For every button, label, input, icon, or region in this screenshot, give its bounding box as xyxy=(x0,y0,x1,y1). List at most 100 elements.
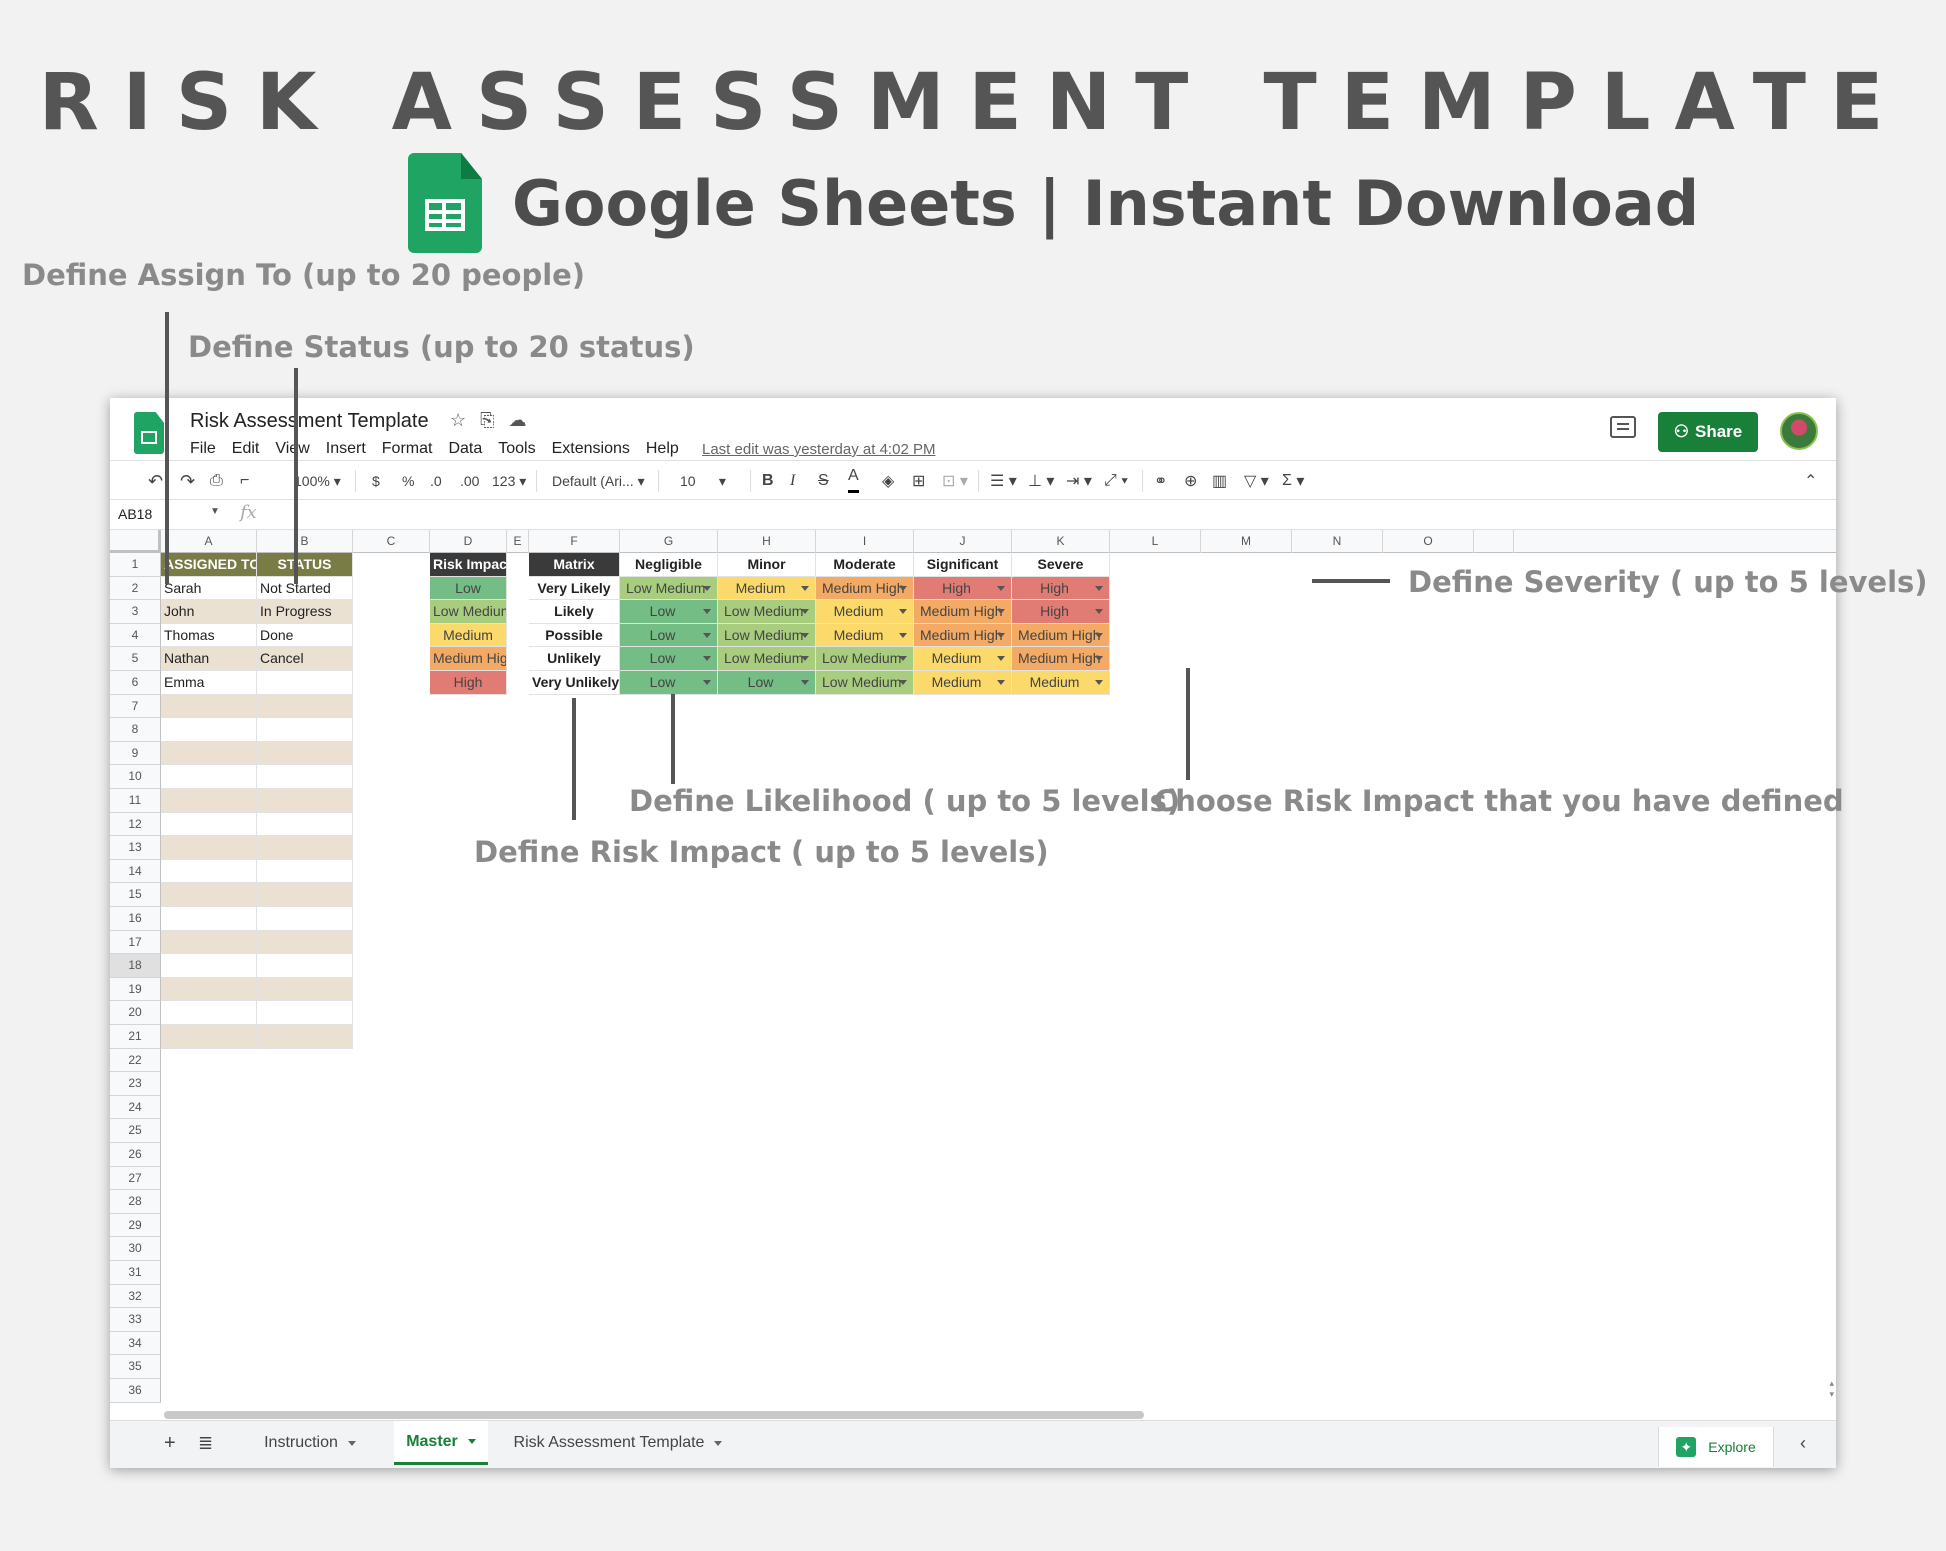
status-cell[interactable] xyxy=(257,836,353,860)
avatar[interactable] xyxy=(1780,412,1818,450)
dropdown-arrow-icon[interactable] xyxy=(1095,632,1103,638)
risk-impact-level[interactable]: Low xyxy=(430,576,507,601)
dropdown-arrow-icon[interactable] xyxy=(703,632,711,638)
assign-name-cell[interactable] xyxy=(161,694,257,719)
dropdown-arrow-icon[interactable] xyxy=(703,585,711,591)
likelihood-label[interactable]: Possible xyxy=(529,623,620,648)
bold-button[interactable]: B xyxy=(762,461,774,501)
dropdown-arrow-icon[interactable] xyxy=(899,632,907,638)
dropdown-arrow-icon[interactable] xyxy=(1095,656,1103,662)
row-header[interactable]: 3 xyxy=(110,600,161,624)
matrix-cell[interactable]: Low xyxy=(718,671,816,695)
column-header-h[interactable]: H xyxy=(718,530,816,553)
menu-edit[interactable]: Edit xyxy=(232,440,260,458)
likelihood-label[interactable]: Unlikely xyxy=(529,647,620,671)
strikethrough-button[interactable]: S xyxy=(818,461,829,501)
column-header-i[interactable]: I xyxy=(816,530,914,553)
matrix-cell[interactable]: Medium xyxy=(816,623,914,648)
row-header[interactable]: 29 xyxy=(110,1213,161,1238)
dropdown-arrow-icon[interactable] xyxy=(1095,585,1103,591)
row-header[interactable]: 2 xyxy=(110,576,161,601)
dropdown-arrow-icon[interactable] xyxy=(801,656,809,662)
scroll-arrows-icon[interactable]: ▴ ▾ xyxy=(1829,1378,1834,1400)
status-cell[interactable] xyxy=(257,741,353,766)
matrix-cell[interactable]: Medium High xyxy=(914,623,1012,648)
dropdown-arrow-icon[interactable] xyxy=(801,632,809,638)
row-header[interactable]: 23 xyxy=(110,1072,161,1096)
matrix-cell[interactable]: Medium xyxy=(718,576,816,601)
status-cell[interactable] xyxy=(257,930,353,955)
row-header[interactable]: 25 xyxy=(110,1119,161,1143)
dropdown-arrow-icon[interactable] xyxy=(997,585,1005,591)
matrix-cell[interactable]: Low xyxy=(620,600,718,624)
row-header[interactable]: 31 xyxy=(110,1261,161,1285)
last-edit-link[interactable]: Last edit was yesterday at 4:02 PM xyxy=(702,441,935,458)
row-header[interactable]: 8 xyxy=(110,718,161,742)
assign-name-cell[interactable] xyxy=(161,718,257,742)
column-header-b[interactable]: B xyxy=(257,530,353,553)
dropdown-arrow-icon[interactable] xyxy=(703,656,711,662)
merge-cells-icon[interactable]: ⊡ ▾ xyxy=(942,461,968,501)
tab-instruction[interactable]: Instruction xyxy=(236,1421,384,1465)
row-header[interactable]: 30 xyxy=(110,1237,161,1261)
header-assigned-to[interactable]: ASSIGNED TO xyxy=(161,553,257,577)
matrix-cell[interactable]: Medium xyxy=(914,647,1012,671)
likelihood-label[interactable]: Very Likely xyxy=(529,576,620,601)
font-select[interactable]: Default (Ari... ▾ xyxy=(552,461,645,501)
dropdown-arrow-icon[interactable] xyxy=(703,680,711,685)
matrix-cell[interactable]: Low Medium xyxy=(718,600,816,624)
status-cell[interactable] xyxy=(257,907,353,931)
risk-impact-level[interactable]: High xyxy=(430,671,507,695)
select-all-corner[interactable] xyxy=(110,530,161,553)
status-cell[interactable]: Cancel xyxy=(257,647,353,671)
column-header-c[interactable]: C xyxy=(353,530,430,553)
assign-name-cell[interactable]: Nathan xyxy=(161,647,257,671)
dropdown-arrow-icon[interactable] xyxy=(899,609,907,615)
insert-comment-icon[interactable]: ⊕ xyxy=(1184,461,1197,501)
tab-master[interactable]: Master xyxy=(394,1421,488,1465)
matrix-cell[interactable]: Medium High xyxy=(1012,623,1110,648)
severity-header[interactable]: Negligible xyxy=(620,553,718,577)
insert-chart-icon[interactable]: ▥ xyxy=(1212,461,1227,501)
functions-icon[interactable]: Σ ▾ xyxy=(1282,461,1304,501)
font-size-select[interactable]: 10 ▾ xyxy=(680,461,726,501)
explore-button[interactable]: ✦ Explore xyxy=(1658,1427,1774,1467)
assign-name-cell[interactable] xyxy=(161,789,257,813)
row-header[interactable]: 26 xyxy=(110,1143,161,1167)
assign-name-cell[interactable] xyxy=(161,907,257,931)
decrease-decimal-button[interactable]: .0 xyxy=(430,461,442,501)
dropdown-arrow-icon[interactable] xyxy=(1095,680,1103,685)
header-status[interactable]: STATUS xyxy=(257,553,353,577)
status-cell[interactable] xyxy=(257,789,353,813)
severity-header[interactable]: Significant xyxy=(914,553,1012,577)
column-header-o[interactable]: O xyxy=(1383,530,1474,553)
row-header[interactable]: 24 xyxy=(110,1095,161,1120)
column-header-l[interactable]: L xyxy=(1110,530,1201,553)
status-cell[interactable] xyxy=(257,977,353,1002)
likelihood-label[interactable]: Likely xyxy=(529,600,620,624)
status-cell[interactable] xyxy=(257,954,353,978)
matrix-cell[interactable]: Low Medium xyxy=(816,647,914,671)
likelihood-label[interactable]: Very Unlikely xyxy=(529,671,620,695)
row-header[interactable]: 18 xyxy=(110,954,161,978)
status-cell[interactable]: Not Started xyxy=(257,576,353,601)
dropdown-arrow-icon[interactable] xyxy=(801,609,809,615)
row-header[interactable]: 33 xyxy=(110,1308,161,1332)
matrix-cell[interactable]: Low Medium xyxy=(816,671,914,695)
redo-icon[interactable]: ↷ xyxy=(180,461,195,501)
move-folder-icon[interactable]: ⎘ xyxy=(480,410,494,431)
spreadsheet-grid[interactable]: ABCDEFGHIJKLMNO 1 2 3 4 5 6 7 8 9 10 11 12 13 14 15 16 1… xyxy=(110,530,1836,1405)
menu-insert[interactable]: Insert xyxy=(326,440,366,458)
matrix-cell[interactable]: Medium xyxy=(914,671,1012,695)
dropdown-arrow-icon[interactable] xyxy=(899,656,907,662)
row-header[interactable]: 6 xyxy=(110,671,161,695)
currency-format-button[interactable]: $ xyxy=(372,461,380,501)
status-cell[interactable] xyxy=(257,671,353,695)
matrix-cell[interactable]: Medium xyxy=(816,600,914,624)
row-header[interactable]: 11 xyxy=(110,789,161,813)
row-header[interactable]: 35 xyxy=(110,1355,161,1379)
tab-risk-assessment-template[interactable]: Risk Assessment Template xyxy=(493,1421,743,1465)
menu-data[interactable]: Data xyxy=(448,440,482,458)
cloud-status-icon[interactable]: ☁ xyxy=(509,410,527,431)
row-header[interactable]: 13 xyxy=(110,836,161,860)
